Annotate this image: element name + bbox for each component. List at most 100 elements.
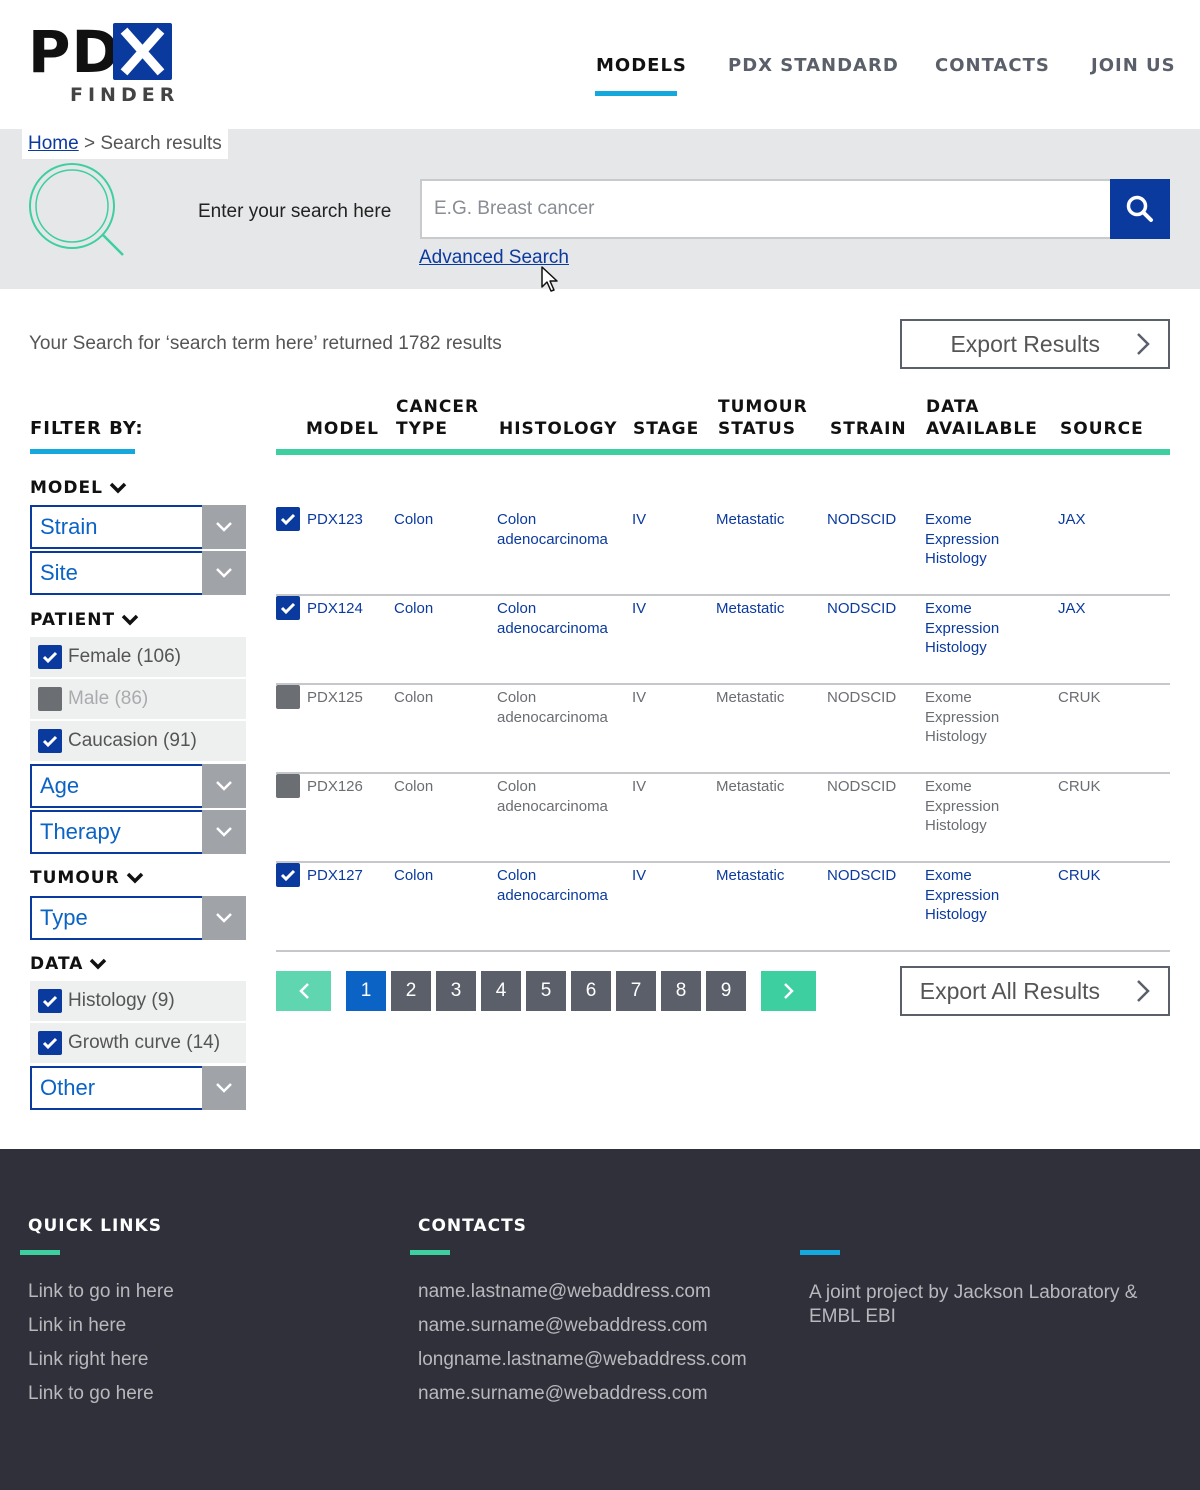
checkbox-checked[interactable]: [38, 989, 62, 1013]
pagination-page-1[interactable]: 1: [346, 971, 386, 1011]
cell-line: Expression: [925, 619, 1000, 637]
column-header-cancer-type[interactable]: CANCER TYPE: [396, 396, 486, 440]
cell-source: CRUK: [1058, 778, 1101, 795]
column-header-source[interactable]: SOURCE: [1060, 418, 1144, 440]
cell-model[interactable]: PDX127: [307, 866, 363, 886]
filter-check-label: Female (106): [68, 646, 181, 667]
pagination-page-5[interactable]: 5: [526, 971, 566, 1011]
cell-tumour-status: Metastatic: [716, 778, 785, 795]
checkbox-checked[interactable]: [276, 596, 300, 620]
column-header-data-available[interactable]: DATA AVAILABLE: [926, 396, 1046, 440]
cell-model[interactable]: PDX124: [307, 599, 363, 619]
footer-quick-link[interactable]: Link to go here: [28, 1383, 154, 1405]
chevron-right-icon: [1137, 333, 1150, 355]
filter-check-male[interactable]: Male (86): [30, 679, 246, 719]
select-type[interactable]: Type: [30, 896, 246, 940]
filter-section-tumour[interactable]: TUMOUR: [30, 868, 144, 888]
column-header-tumour-status[interactable]: TUMOUR STATUS: [718, 396, 818, 440]
logo-x-icon[interactable]: [113, 23, 172, 80]
nav-pdx-standard[interactable]: PDX STANDARD: [728, 55, 899, 76]
pagination-page-7[interactable]: 7: [616, 971, 656, 1011]
chevron-down-icon: [202, 810, 246, 854]
footer-contact-email[interactable]: name.surname@webaddress.com: [418, 1383, 708, 1405]
nav-join-us[interactable]: JOIN US: [1091, 55, 1176, 76]
cell-model[interactable]: PDX126: [307, 777, 363, 797]
filter-section-model[interactable]: MODEL: [30, 478, 127, 498]
select-label: Type: [40, 905, 88, 930]
filter-check-label: Male (86): [68, 688, 149, 709]
footer-contact-email[interactable]: name.surname@webaddress.com: [418, 1315, 708, 1337]
filter-check-growth-curve[interactable]: Growth curve (14): [30, 1023, 246, 1063]
filter-check-caucasion[interactable]: Caucasion (91): [30, 721, 246, 761]
checkbox-checked[interactable]: [38, 729, 62, 753]
pagination-prev-button[interactable]: [276, 971, 331, 1011]
search-input[interactable]: [420, 179, 1112, 239]
pagination-page-4[interactable]: 4: [481, 971, 521, 1011]
search-section: Home > Search results Enter your search …: [0, 129, 1200, 292]
filter-check-female[interactable]: Female (106): [30, 637, 246, 677]
cell-data-available: Exome Expression Histology: [925, 866, 999, 925]
export-all-results-button[interactable]: Export All Results: [900, 966, 1170, 1016]
select-site[interactable]: Site: [30, 551, 246, 595]
column-header-strain[interactable]: STRAIN: [830, 418, 907, 440]
select-age[interactable]: Age: [30, 764, 246, 808]
cell-source: CRUK: [1058, 867, 1101, 884]
cell-line: Expression: [925, 530, 1000, 548]
footer-contact-email[interactable]: name.lastname@webaddress.com: [418, 1281, 711, 1303]
cell-line: Histology: [925, 550, 987, 567]
table-row[interactable]: PDX127 Colon Colon adenocarcinoma IV Meta…: [276, 863, 1170, 952]
cell-line: adenocarcinoma: [497, 619, 608, 637]
nav-contacts[interactable]: CONTACTS: [935, 55, 1050, 76]
checkbox-unchecked[interactable]: [276, 774, 300, 798]
column-header-model[interactable]: MODEL: [306, 418, 379, 440]
nav-models[interactable]: MODELS: [596, 55, 687, 76]
table-row[interactable]: PDX123 Colon Colon adenocarcinoma IV Meta…: [276, 507, 1170, 596]
checkbox-unchecked[interactable]: [38, 687, 62, 711]
select-label: Therapy: [40, 819, 121, 844]
cell-line: Histology: [925, 728, 987, 745]
footer-quick-link[interactable]: Link to go in here: [28, 1281, 174, 1303]
footer-quick-link[interactable]: Link right here: [28, 1349, 148, 1371]
pagination-page-6[interactable]: 6: [571, 971, 611, 1011]
filter-title-underline: [30, 449, 135, 454]
cell-strain: NODSCID: [827, 511, 897, 528]
footer-quick-link[interactable]: Link in here: [28, 1315, 126, 1337]
pagination-page-8[interactable]: 8: [661, 971, 701, 1011]
export-all-results-label: Export All Results: [919, 977, 1100, 1004]
cell-model[interactable]: PDX125: [307, 688, 363, 708]
filter-check-histology[interactable]: Histology (9): [30, 981, 246, 1021]
column-header-histology[interactable]: HISTOLOGY: [499, 418, 617, 440]
export-results-button[interactable]: Export Results: [900, 319, 1170, 369]
chevron-right-icon: [1137, 980, 1150, 1002]
cell-histology: Colon adenocarcinoma: [497, 777, 608, 816]
column-header-stage[interactable]: STAGE: [633, 418, 699, 440]
checkbox-checked[interactable]: [276, 863, 300, 887]
search-button[interactable]: [1110, 179, 1170, 239]
select-label: Age: [40, 773, 80, 798]
logo-text-pd[interactable]: PD: [28, 22, 121, 82]
pagination-next-button[interactable]: [761, 971, 816, 1011]
pagination-page-9[interactable]: 9: [706, 971, 746, 1011]
pagination-page-2[interactable]: 2: [391, 971, 431, 1011]
select-other[interactable]: Other: [30, 1066, 246, 1110]
cell-strain: NODSCID: [827, 778, 897, 795]
checkbox-checked[interactable]: [38, 1031, 62, 1055]
table-row[interactable]: PDX126 Colon Colon adenocarcinoma IV Meta…: [276, 774, 1170, 863]
cell-model[interactable]: PDX123: [307, 510, 363, 530]
chevron-left-icon: [298, 983, 309, 999]
checkbox-checked[interactable]: [276, 507, 300, 531]
checkbox-unchecked[interactable]: [276, 685, 300, 709]
filter-section-data[interactable]: DATA: [30, 954, 107, 974]
cell-line: Colon: [497, 511, 537, 528]
pagination-page-3[interactable]: 3: [436, 971, 476, 1011]
filter-section-label: PATIENT: [30, 610, 116, 630]
select-strain[interactable]: Strain: [30, 505, 246, 549]
filter-section-patient[interactable]: PATIENT: [30, 610, 139, 630]
footer-contact-email[interactable]: longname.lastname@webaddress.com: [418, 1349, 747, 1371]
breadcrumb: Home > Search results: [22, 129, 228, 159]
select-therapy[interactable]: Therapy: [30, 810, 246, 854]
table-row[interactable]: PDX124 Colon Colon adenocarcinoma IV Meta…: [276, 596, 1170, 685]
breadcrumb-home-link[interactable]: Home: [28, 133, 79, 154]
table-row[interactable]: PDX125 Colon Colon adenocarcinoma IV Meta…: [276, 685, 1170, 774]
checkbox-checked[interactable]: [38, 645, 62, 669]
